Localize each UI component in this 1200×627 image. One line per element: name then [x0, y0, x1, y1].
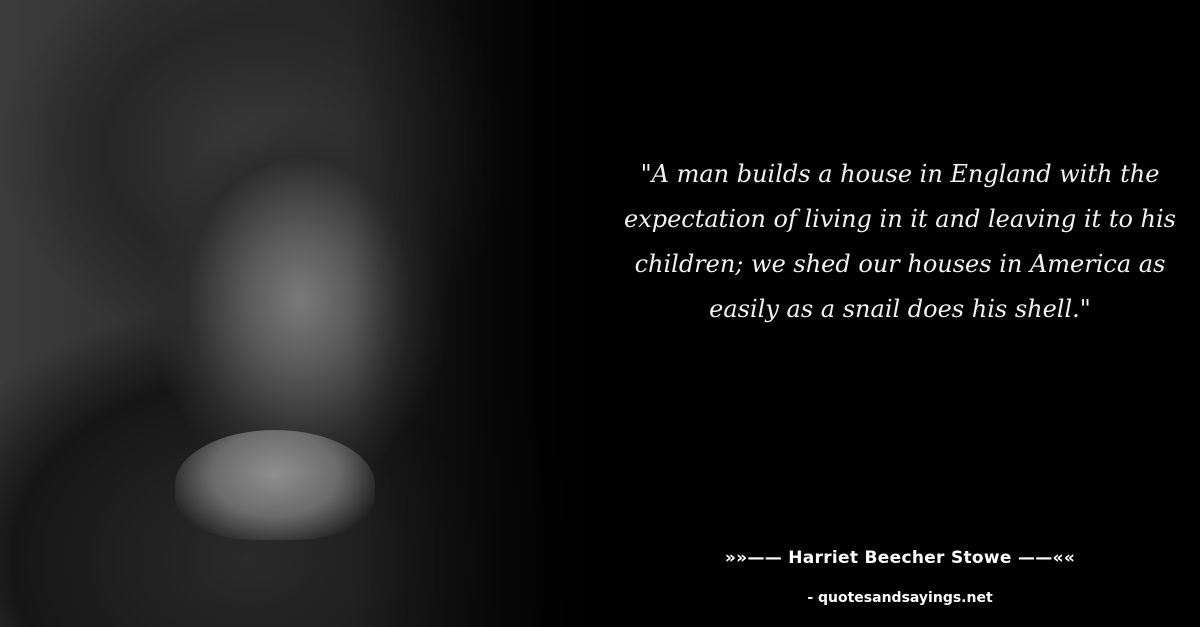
- portrait-fade: [0, 0, 640, 627]
- quote-text: "A man builds a house in England with th…: [623, 160, 1176, 323]
- source-credit: - quotesandsayings.net: [807, 590, 993, 606]
- author-portrait: [0, 0, 640, 627]
- author-name: »»—— Harriet Beecher Stowe ——««: [724, 548, 1076, 568]
- quote-card: "A man builds a house in England with th…: [0, 0, 1200, 627]
